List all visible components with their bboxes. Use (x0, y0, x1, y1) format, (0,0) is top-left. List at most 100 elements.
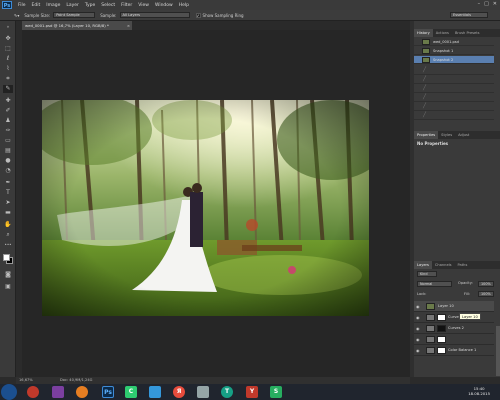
status-bar: 16,67% Doc: 40,9M/1,24G (16, 377, 410, 384)
close-window-button[interactable]: ✕ (493, 1, 497, 7)
history-item[interactable]: Snapshot 1 (414, 47, 494, 55)
properties-panel-tabs: Properties Styles Adjust (414, 131, 500, 139)
app-t-icon[interactable]: T (221, 386, 233, 398)
opacity-input[interactable]: 100% (478, 281, 494, 287)
zoom-level[interactable]: 16,67% (19, 377, 33, 384)
layer-row[interactable]: ◉ Curves 2 (414, 323, 494, 334)
history-step[interactable]: ╱ (414, 103, 494, 111)
menu-select[interactable]: Select (101, 3, 115, 8)
tab-styles[interactable]: Styles (438, 131, 455, 139)
show-ring-checkbox[interactable]: ✓ (195, 12, 201, 18)
skype-icon[interactable]: S (270, 386, 282, 398)
shape-tool-icon[interactable]: ▬ (3, 209, 13, 217)
visibility-eye-icon[interactable]: ◉ (416, 304, 420, 309)
eyedropper-tool-icon[interactable]: ✎ (3, 85, 13, 93)
quick-mask-icon[interactable]: ◙ (3, 271, 13, 279)
menu-edit[interactable]: Edit (32, 3, 41, 8)
foreground-color-swatch[interactable] (3, 254, 10, 261)
workspace-select[interactable]: Essentials (450, 12, 488, 18)
move-tool-icon[interactable]: ✥ (3, 35, 13, 43)
history-brush-tool-icon[interactable]: ✑ (3, 127, 13, 135)
history-item[interactable]: wed_0001.psd (414, 38, 494, 46)
menu-view[interactable]: View (138, 3, 149, 8)
pen-tool-icon[interactable]: ✒ (3, 179, 13, 187)
eraser-tool-icon[interactable]: ▭ (3, 137, 13, 145)
menu-type[interactable]: Type (85, 3, 95, 8)
minimize-button[interactable]: – (478, 1, 481, 7)
layer-name: Color Balance 1 (448, 348, 477, 352)
layer-row[interactable]: ◉ Layer 10 (414, 301, 494, 312)
brush-icon: ╱ (423, 67, 427, 73)
visibility-eye-icon[interactable]: ◉ (416, 315, 420, 320)
gradient-tool-icon[interactable]: ▤ (3, 147, 13, 155)
app-blue-icon[interactable] (149, 386, 161, 398)
visibility-eye-icon[interactable]: ◉ (416, 337, 420, 342)
canvas-area[interactable] (22, 30, 410, 377)
app-gray-icon[interactable] (197, 386, 209, 398)
zoom-tool-icon[interactable]: ⌕ (3, 231, 13, 239)
type-tool-icon[interactable]: T (3, 189, 13, 197)
dodge-tool-icon[interactable]: ◔ (3, 167, 13, 175)
history-step[interactable]: ╱ (414, 112, 494, 120)
marquee-tool-icon[interactable]: ⬚ (3, 45, 13, 53)
tab-layers[interactable]: Layers (414, 261, 432, 269)
layer-row[interactable]: ◉ Curves 1 (414, 312, 494, 323)
visual-studio-icon[interactable] (52, 386, 64, 398)
crop-tool-icon[interactable]: ⌗ (3, 75, 13, 83)
maximize-button[interactable]: □ (484, 1, 489, 7)
yandex-browser-icon[interactable]: Y (246, 386, 258, 398)
show-ring-label: Show Sampling Ring (202, 12, 244, 18)
tab-channels[interactable]: Channels (432, 261, 455, 269)
menu-layer[interactable]: Layer (66, 3, 79, 8)
menu-filter[interactable]: Filter (121, 3, 132, 8)
app-c-icon[interactable]: C (125, 386, 137, 398)
opera-icon[interactable] (27, 386, 39, 398)
visibility-eye-icon[interactable]: ◉ (416, 348, 420, 353)
lasso-tool-icon[interactable]: ℓ (3, 55, 13, 63)
hand-tool-icon[interactable]: ✋ (3, 221, 13, 229)
layers-scrollbar[interactable] (496, 326, 500, 376)
tab-properties[interactable]: Properties (414, 131, 439, 139)
tab-history[interactable]: History (414, 29, 433, 37)
menu-file[interactable]: File (18, 3, 26, 8)
sample-size-select[interactable]: Point Sample (53, 12, 96, 18)
menu-image[interactable]: Image (46, 3, 60, 8)
fill-input[interactable]: 100% (478, 291, 494, 297)
history-item-selected[interactable]: Snapshot 2 (414, 56, 494, 64)
healing-tool-icon[interactable]: ✚ (3, 97, 13, 105)
yandex-icon[interactable]: Я (173, 386, 185, 398)
media-player-icon[interactable] (76, 386, 88, 398)
close-tab-icon[interactable]: × (127, 21, 130, 30)
blur-tool-icon[interactable]: ● (3, 157, 13, 165)
quick-select-tool-icon[interactable]: ⌇ (3, 65, 13, 73)
collapse-tools-icon[interactable]: » (3, 23, 13, 31)
layer-filter-select[interactable]: Kind (417, 271, 437, 277)
tab-paths[interactable]: Paths (455, 261, 471, 269)
tab-adjust[interactable]: Adjust (455, 131, 472, 139)
sample-select[interactable]: All Layers (119, 12, 190, 18)
more-tools-icon[interactable]: ••• (3, 241, 13, 249)
photoshop-taskbar-icon[interactable]: Ps (102, 386, 114, 398)
history-step[interactable]: ╱ (414, 94, 494, 102)
eyedropper-tool-icon[interactable]: ✎▾ (14, 13, 19, 18)
wedding-photo-canvas[interactable] (42, 100, 369, 316)
visibility-eye-icon[interactable]: ◉ (416, 326, 420, 331)
blend-mode-select[interactable]: Normal (417, 281, 452, 287)
system-clock[interactable]: 15:40 18.08.2015 (468, 386, 490, 396)
clone-stamp-tool-icon[interactable]: ♟ (3, 117, 13, 125)
layer-row[interactable]: ◉ Color Balance 1 (414, 345, 494, 356)
menu-help[interactable]: Help (179, 3, 189, 8)
tab-brush-presets[interactable]: Brush Presets (452, 29, 483, 37)
screen-mode-icon[interactable]: ▣ (3, 283, 13, 291)
path-select-tool-icon[interactable]: ➤ (3, 199, 13, 207)
menu-bar: Ps File Edit Image Layer Type Select Fil… (0, 0, 500, 10)
layer-row[interactable]: ◉ (414, 334, 494, 345)
brush-tool-icon[interactable]: ✐ (3, 107, 13, 115)
history-step[interactable]: ╱ (414, 76, 494, 84)
tab-actions[interactable]: Actions (433, 29, 452, 37)
menu-window[interactable]: Window (155, 3, 173, 8)
history-step[interactable]: ╱ (414, 85, 494, 93)
document-tab[interactable]: wed_0001.psd @ 16,7% (Layer 10, RGB/8) *… (22, 21, 132, 30)
start-button[interactable] (1, 384, 17, 400)
history-step[interactable]: ╱ (414, 67, 494, 75)
